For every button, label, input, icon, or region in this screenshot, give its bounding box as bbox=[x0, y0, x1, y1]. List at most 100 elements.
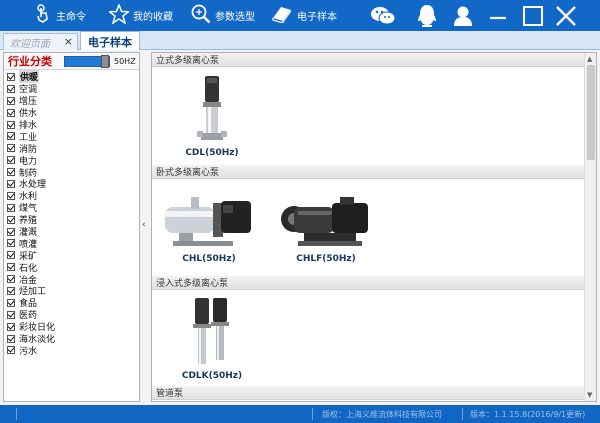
checkbox[interactable] bbox=[7, 120, 15, 129]
status-divider bbox=[462, 408, 463, 420]
industry-item[interactable]: 排水 bbox=[4, 119, 139, 131]
main-command-button[interactable]: 主命令 bbox=[30, 0, 90, 31]
scroll-up-icon[interactable]: ▲ bbox=[587, 55, 592, 63]
touch-hand-icon bbox=[34, 4, 56, 27]
checkbox[interactable] bbox=[7, 191, 15, 200]
product-label: CDLK(50Hz) bbox=[181, 371, 243, 381]
industry-item[interactable]: 水处理 bbox=[4, 178, 139, 190]
checkbox[interactable] bbox=[7, 227, 15, 236]
checkbox[interactable] bbox=[7, 215, 15, 224]
checkbox[interactable] bbox=[7, 239, 15, 248]
industry-item[interactable]: 灌溉 bbox=[4, 226, 139, 238]
product-label: CHLF(50Hz) bbox=[296, 254, 356, 264]
industry-item[interactable]: 水利 bbox=[4, 190, 139, 202]
frequency-slider-knob[interactable] bbox=[101, 54, 109, 68]
industry-item[interactable]: 海水淡化 bbox=[4, 333, 139, 345]
industry-item[interactable]: 烃加工 bbox=[4, 285, 139, 297]
content-area: 行业分类 50HZ 供暖 空调 增压 供水 排水 工业 消防 电力 制药 水处理… bbox=[0, 50, 600, 405]
product-chlf[interactable]: CHLF(50Hz) bbox=[276, 189, 376, 264]
checkbox[interactable] bbox=[7, 72, 15, 81]
checkbox[interactable] bbox=[7, 168, 15, 177]
checkbox[interactable] bbox=[7, 96, 15, 105]
tab-close-icon[interactable]: × bbox=[64, 35, 73, 48]
product-cdl[interactable]: CDL(50Hz) bbox=[172, 75, 252, 158]
favorites-label: 我的收藏 bbox=[133, 12, 173, 23]
checkbox[interactable] bbox=[7, 156, 15, 165]
industry-list: 供暖 空调 增压 供水 排水 工业 消防 电力 制药 水处理 水利 煤气 养殖 … bbox=[4, 70, 139, 357]
maximize-icon[interactable] bbox=[518, 0, 548, 31]
industry-item[interactable]: 冶金 bbox=[4, 273, 139, 286]
industry-item[interactable]: 彩妆日化 bbox=[4, 321, 139, 333]
product-chl[interactable]: CHL(50Hz) bbox=[160, 189, 258, 264]
checkbox[interactable] bbox=[7, 203, 15, 212]
horizontal-dark-pump-image bbox=[281, 197, 368, 246]
checkbox[interactable] bbox=[7, 251, 15, 260]
section-header: 管道泵 bbox=[152, 386, 596, 400]
checkbox[interactable] bbox=[7, 84, 15, 93]
checkbox[interactable] bbox=[7, 144, 15, 153]
param-select-button[interactable]: 参数选型 bbox=[187, 0, 259, 31]
industry-item[interactable]: 工业 bbox=[4, 130, 139, 143]
minimize-icon[interactable] bbox=[483, 0, 513, 31]
favorites-button[interactable]: 我的收藏 bbox=[105, 0, 177, 31]
main-toolbar: 主命令 我的收藏 参数选型 电子样本 bbox=[0, 0, 600, 31]
param-select-label: 参数选型 bbox=[215, 12, 255, 23]
close-icon[interactable] bbox=[551, 0, 581, 31]
industry-panel: 行业分类 50HZ 供暖 空调 增压 供水 排水 工业 消防 电力 制药 水处理… bbox=[3, 52, 140, 402]
industry-item[interactable]: 电力 bbox=[4, 154, 139, 167]
industry-item[interactable]: 增压 bbox=[4, 95, 139, 107]
industry-title: 行业分类 bbox=[8, 55, 52, 68]
scroll-down-icon[interactable]: ▼ bbox=[587, 391, 592, 399]
industry-item[interactable]: 空调 bbox=[4, 83, 139, 95]
industry-item[interactable]: 采矿 bbox=[4, 249, 139, 262]
section-header: 立式多级离心泵 bbox=[152, 53, 596, 67]
checkbox[interactable] bbox=[7, 298, 15, 307]
user-icon[interactable] bbox=[448, 0, 478, 31]
industry-item[interactable]: 煤气 bbox=[4, 202, 139, 214]
checkbox[interactable] bbox=[7, 263, 15, 272]
checkbox[interactable] bbox=[7, 275, 15, 284]
e-sample-button[interactable]: 电子样本 bbox=[267, 0, 341, 31]
checkbox[interactable] bbox=[7, 286, 15, 295]
section-body: CDLK(50Hz) bbox=[152, 290, 596, 386]
checkbox[interactable] bbox=[7, 334, 15, 343]
industry-item[interactable]: 制药 bbox=[4, 166, 139, 179]
immersion-pump-image bbox=[193, 298, 229, 364]
scrollbar-thumb[interactable] bbox=[587, 65, 595, 160]
industry-item[interactable]: 污水 bbox=[4, 344, 139, 357]
frequency-label: 50HZ bbox=[114, 56, 136, 66]
checkbox[interactable] bbox=[7, 310, 15, 319]
tab-strip: 欢迎页面 × 电子样本 bbox=[0, 31, 600, 51]
industry-item[interactable]: 养殖 bbox=[4, 214, 139, 226]
checkbox[interactable] bbox=[7, 179, 15, 188]
collapse-panel-arrow[interactable]: ‹ bbox=[142, 220, 150, 230]
star-icon bbox=[107, 2, 133, 27]
industry-item[interactable]: 石化 bbox=[4, 261, 139, 274]
product-cdlk[interactable]: CDLK(50Hz) bbox=[172, 296, 252, 381]
search-icon bbox=[191, 4, 215, 27]
industry-item[interactable]: 消防 bbox=[4, 142, 139, 155]
tab-welcome[interactable]: 欢迎页面 × bbox=[3, 33, 78, 50]
vertical-scrollbar[interactable]: ▲ ▼ bbox=[584, 53, 596, 401]
checkbox[interactable] bbox=[7, 108, 15, 117]
industry-item[interactable]: 喷灌 bbox=[4, 237, 139, 250]
product-label: CHL(50Hz) bbox=[182, 254, 236, 264]
product-catalog: 立式多级离心泵 CDL(50Hz) 卧式多级离心泵 CHL(50Hz) CHLF… bbox=[151, 52, 597, 402]
industry-item[interactable]: 医药 bbox=[4, 309, 139, 321]
version-text: 版本：1.1.15.8(2016/9/1更新) bbox=[470, 410, 586, 419]
checkbox[interactable] bbox=[7, 132, 15, 141]
section-body: CHL(50Hz) CHLF(50Hz) bbox=[152, 179, 596, 276]
industry-item[interactable]: 供水 bbox=[4, 107, 139, 119]
frequency-slider[interactable] bbox=[64, 54, 110, 68]
industry-item[interactable]: 食品 bbox=[4, 297, 139, 309]
tab-welcome-label: 欢迎页面 bbox=[10, 38, 50, 50]
status-divider bbox=[16, 408, 17, 420]
vertical-pump-image bbox=[197, 76, 227, 140]
tab-e-sample[interactable]: 电子样本 bbox=[80, 31, 140, 51]
wechat-icon[interactable] bbox=[368, 0, 398, 31]
section-body: CDL(50Hz) bbox=[152, 67, 596, 165]
checkbox[interactable] bbox=[7, 322, 15, 331]
qq-penguin-icon[interactable] bbox=[412, 0, 442, 31]
checkbox[interactable] bbox=[7, 346, 15, 355]
industry-item[interactable]: 供暖 bbox=[4, 70, 139, 84]
